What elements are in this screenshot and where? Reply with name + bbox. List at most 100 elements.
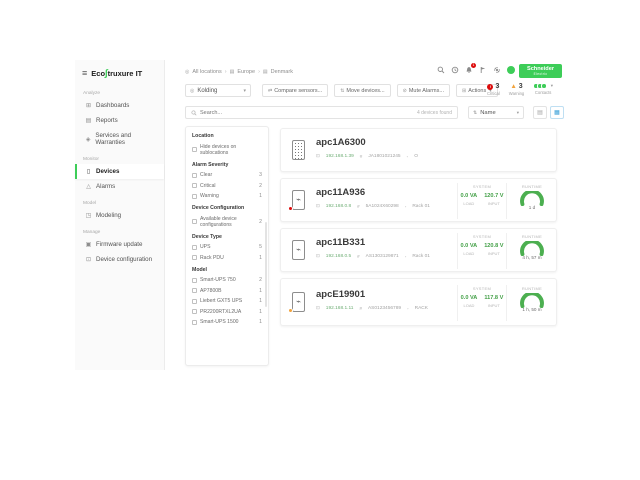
filter-option-ups[interactable]: UPS 5 bbox=[192, 244, 262, 250]
filter-option-count: 1 bbox=[259, 288, 262, 294]
sidebar-item-devices[interactable]: ▯ Devices bbox=[75, 164, 164, 179]
move-devices-button[interactable]: ⇅ Move devices... bbox=[334, 84, 390, 97]
device-config-icon: ⊡ bbox=[85, 256, 92, 263]
sidebar-item-firmware-update[interactable]: ▣ Firmware update bbox=[75, 237, 164, 252]
search-input[interactable] bbox=[200, 110, 414, 116]
sidebar-item-dashboards[interactable]: ⊞ Dashboards bbox=[75, 98, 164, 113]
contacts-badge[interactable]: ▾ Contacts bbox=[533, 83, 553, 95]
checkbox[interactable] bbox=[192, 299, 197, 304]
filter-option-clear[interactable]: Clear 3 bbox=[192, 172, 262, 178]
checkbox[interactable] bbox=[192, 320, 197, 325]
device-card-apc1A6300[interactable]: apc1A6300 ⊡ 192.168.1.39 # JA1801021245 … bbox=[280, 128, 557, 172]
device-serial: 5A1024X60298 bbox=[366, 204, 399, 209]
device-card-apcE19901[interactable]: ⌁ apcE19901 ⊡ 192.168.1.11 # AS012345678… bbox=[280, 278, 557, 326]
warning-icon: ▲ bbox=[510, 84, 516, 90]
load-label: LOAD bbox=[461, 201, 478, 206]
checkbox[interactable] bbox=[192, 183, 197, 188]
checkbox[interactable] bbox=[192, 194, 197, 199]
breadcrumb-denmark[interactable]: Denmark bbox=[271, 69, 293, 75]
device-meta: ⊡ 192.168.0.5 # AS1303129871 ◦ Rack 01 bbox=[316, 253, 430, 259]
nav-section-analyze: Analyze bbox=[75, 84, 164, 98]
filter-option-smart-ups-1500[interactable]: Smart-UPS 1500 1 bbox=[192, 319, 262, 325]
system-section: SYSTEM 0.0 VALOAD 120.8 VINPUT bbox=[457, 233, 506, 269]
filter-option-label: Hide devices on sublocations bbox=[200, 144, 262, 156]
filter-group-alarm-severity: Alarm Severity bbox=[192, 162, 262, 168]
sidebar-item-modeling[interactable]: ◳ Modeling bbox=[75, 208, 164, 223]
filter-scrollbar[interactable] bbox=[265, 222, 267, 307]
contacts-label: Contacts bbox=[535, 90, 552, 95]
flag-icon[interactable] bbox=[479, 66, 487, 74]
serial-icon: # bbox=[357, 254, 360, 259]
search-box: 4 devices found bbox=[185, 106, 458, 119]
sidebar-item-label: Alarms bbox=[96, 183, 115, 190]
breadcrumb: ◎ All locations › ▤ Europe › ▤ Denmark bbox=[185, 69, 293, 75]
mute-alarms-button[interactable]: ⊘ Mute Alarms... bbox=[397, 84, 450, 97]
checkbox[interactable] bbox=[192, 288, 197, 293]
contact-dot bbox=[541, 83, 547, 89]
warning-badge[interactable]: ▲ 3 Warning bbox=[509, 83, 524, 96]
checkbox[interactable] bbox=[192, 309, 197, 314]
checkbox[interactable] bbox=[192, 173, 197, 178]
breadcrumb-all-locations[interactable]: All locations bbox=[192, 69, 221, 75]
clock-icon[interactable] bbox=[451, 66, 459, 74]
checkbox[interactable] bbox=[192, 255, 197, 260]
input-value: 120.8 V bbox=[484, 243, 503, 249]
checkbox[interactable] bbox=[192, 278, 197, 283]
filter-option-hide-sublocations[interactable]: Hide devices on sublocations bbox=[192, 144, 262, 156]
filter-option-available-configs[interactable]: Available device configurations 2 bbox=[192, 216, 262, 228]
checkbox[interactable] bbox=[192, 245, 197, 250]
checkbox[interactable] bbox=[192, 219, 197, 224]
devices-icon: ▯ bbox=[85, 168, 92, 175]
globe-icon: ◎ bbox=[185, 69, 189, 75]
filter-option-pr2200rtxl2ua[interactable]: PR2200RTXL2UA 1 bbox=[192, 309, 262, 315]
button-label: Mute Alarms... bbox=[409, 88, 444, 94]
sidebar-item-services-warranties[interactable]: ◈ Services and Warranties bbox=[75, 128, 164, 150]
filter-option-ap7800b[interactable]: AP7800B 1 bbox=[192, 288, 262, 294]
system-label: SYSTEM bbox=[458, 286, 506, 291]
filter-group-device-type: Device Type bbox=[192, 234, 262, 240]
mute-icon: ⊘ bbox=[403, 88, 407, 94]
runtime-label: RUNTIME bbox=[507, 286, 557, 291]
ip-icon: ⊡ bbox=[316, 253, 320, 259]
notifications-bell-icon[interactable]: 1 bbox=[465, 66, 473, 74]
filter-group-device-configuration: Device Configuration bbox=[192, 205, 262, 211]
filter-option-smart-ups-750[interactable]: Smart-UPS 750 2 bbox=[192, 277, 262, 283]
device-meta: ⊡ 192.168.1.39 # JA1801021245 ◦ O bbox=[316, 153, 418, 159]
input-label: INPUT bbox=[484, 251, 503, 256]
filter-option-critical[interactable]: Critical 2 bbox=[192, 183, 262, 189]
critical-label: Critical bbox=[487, 91, 500, 96]
settings-gear-icon[interactable] bbox=[493, 66, 501, 74]
device-meta: ⊡ 192.168.0.8 # 5A1024X60298 ◦ Rack 01 bbox=[316, 203, 430, 209]
list-view-button[interactable]: ▤ bbox=[533, 106, 547, 119]
chevron-down-icon: ▾ bbox=[551, 83, 553, 89]
location-select[interactable]: ◎ Kolding ▾ bbox=[185, 84, 251, 97]
sidebar-item-label: Firmware update bbox=[96, 241, 142, 248]
rack-icon: ◦ bbox=[405, 254, 407, 259]
warning-status-dot bbox=[288, 308, 293, 313]
sidebar-item-device-configuration[interactable]: ⊡ Device configuration bbox=[75, 252, 164, 267]
compare-sensors-button[interactable]: ⇄ Compare sensors... bbox=[262, 84, 328, 97]
card-view-button[interactable]: ▦ bbox=[550, 106, 564, 119]
user-avatar[interactable] bbox=[507, 66, 515, 74]
filter-option-warning[interactable]: Warning 1 bbox=[192, 193, 262, 199]
device-card-apc11B331[interactable]: ⌁ apc11B331 ⊡ 192.168.0.5 # AS1303129871… bbox=[280, 228, 557, 272]
filter-option-liebert-gxt5[interactable]: Liebert GXT5 UPS 1 bbox=[192, 298, 262, 304]
filter-option-label: Clear bbox=[200, 172, 212, 178]
filter-option-rack-pdu[interactable]: Rack PDU 1 bbox=[192, 255, 262, 261]
critical-badge[interactable]: ! 3 Critical bbox=[487, 83, 500, 96]
sort-select[interactable]: ⇅ Name ▾ bbox=[468, 106, 524, 119]
checkbox[interactable] bbox=[192, 147, 197, 152]
menu-icon[interactable]: ≡ bbox=[82, 69, 87, 78]
breadcrumb-europe[interactable]: Europe bbox=[237, 69, 255, 75]
rack-icon: ◦ bbox=[407, 306, 409, 311]
move-icon: ⇅ bbox=[340, 88, 344, 94]
search-icon[interactable] bbox=[437, 66, 445, 74]
filter-option-label: Critical bbox=[200, 183, 216, 189]
filter-option-label: Smart-UPS 750 bbox=[200, 277, 236, 283]
sidebar-item-alarms[interactable]: △ Alarms bbox=[75, 179, 164, 194]
device-card-apc11A936[interactable]: ⌁ apc11A936 ⊡ 192.168.0.8 # 5A1024X60298… bbox=[280, 178, 557, 222]
toolbar: ⇄ Compare sensors... ⇅ Move devices... ⊘… bbox=[262, 84, 498, 97]
runtime-gauge bbox=[519, 293, 545, 308]
sidebar-item-reports[interactable]: ▤ Reports bbox=[75, 113, 164, 128]
schneider-electric-logo[interactable]: Schneider Electric bbox=[519, 64, 562, 78]
